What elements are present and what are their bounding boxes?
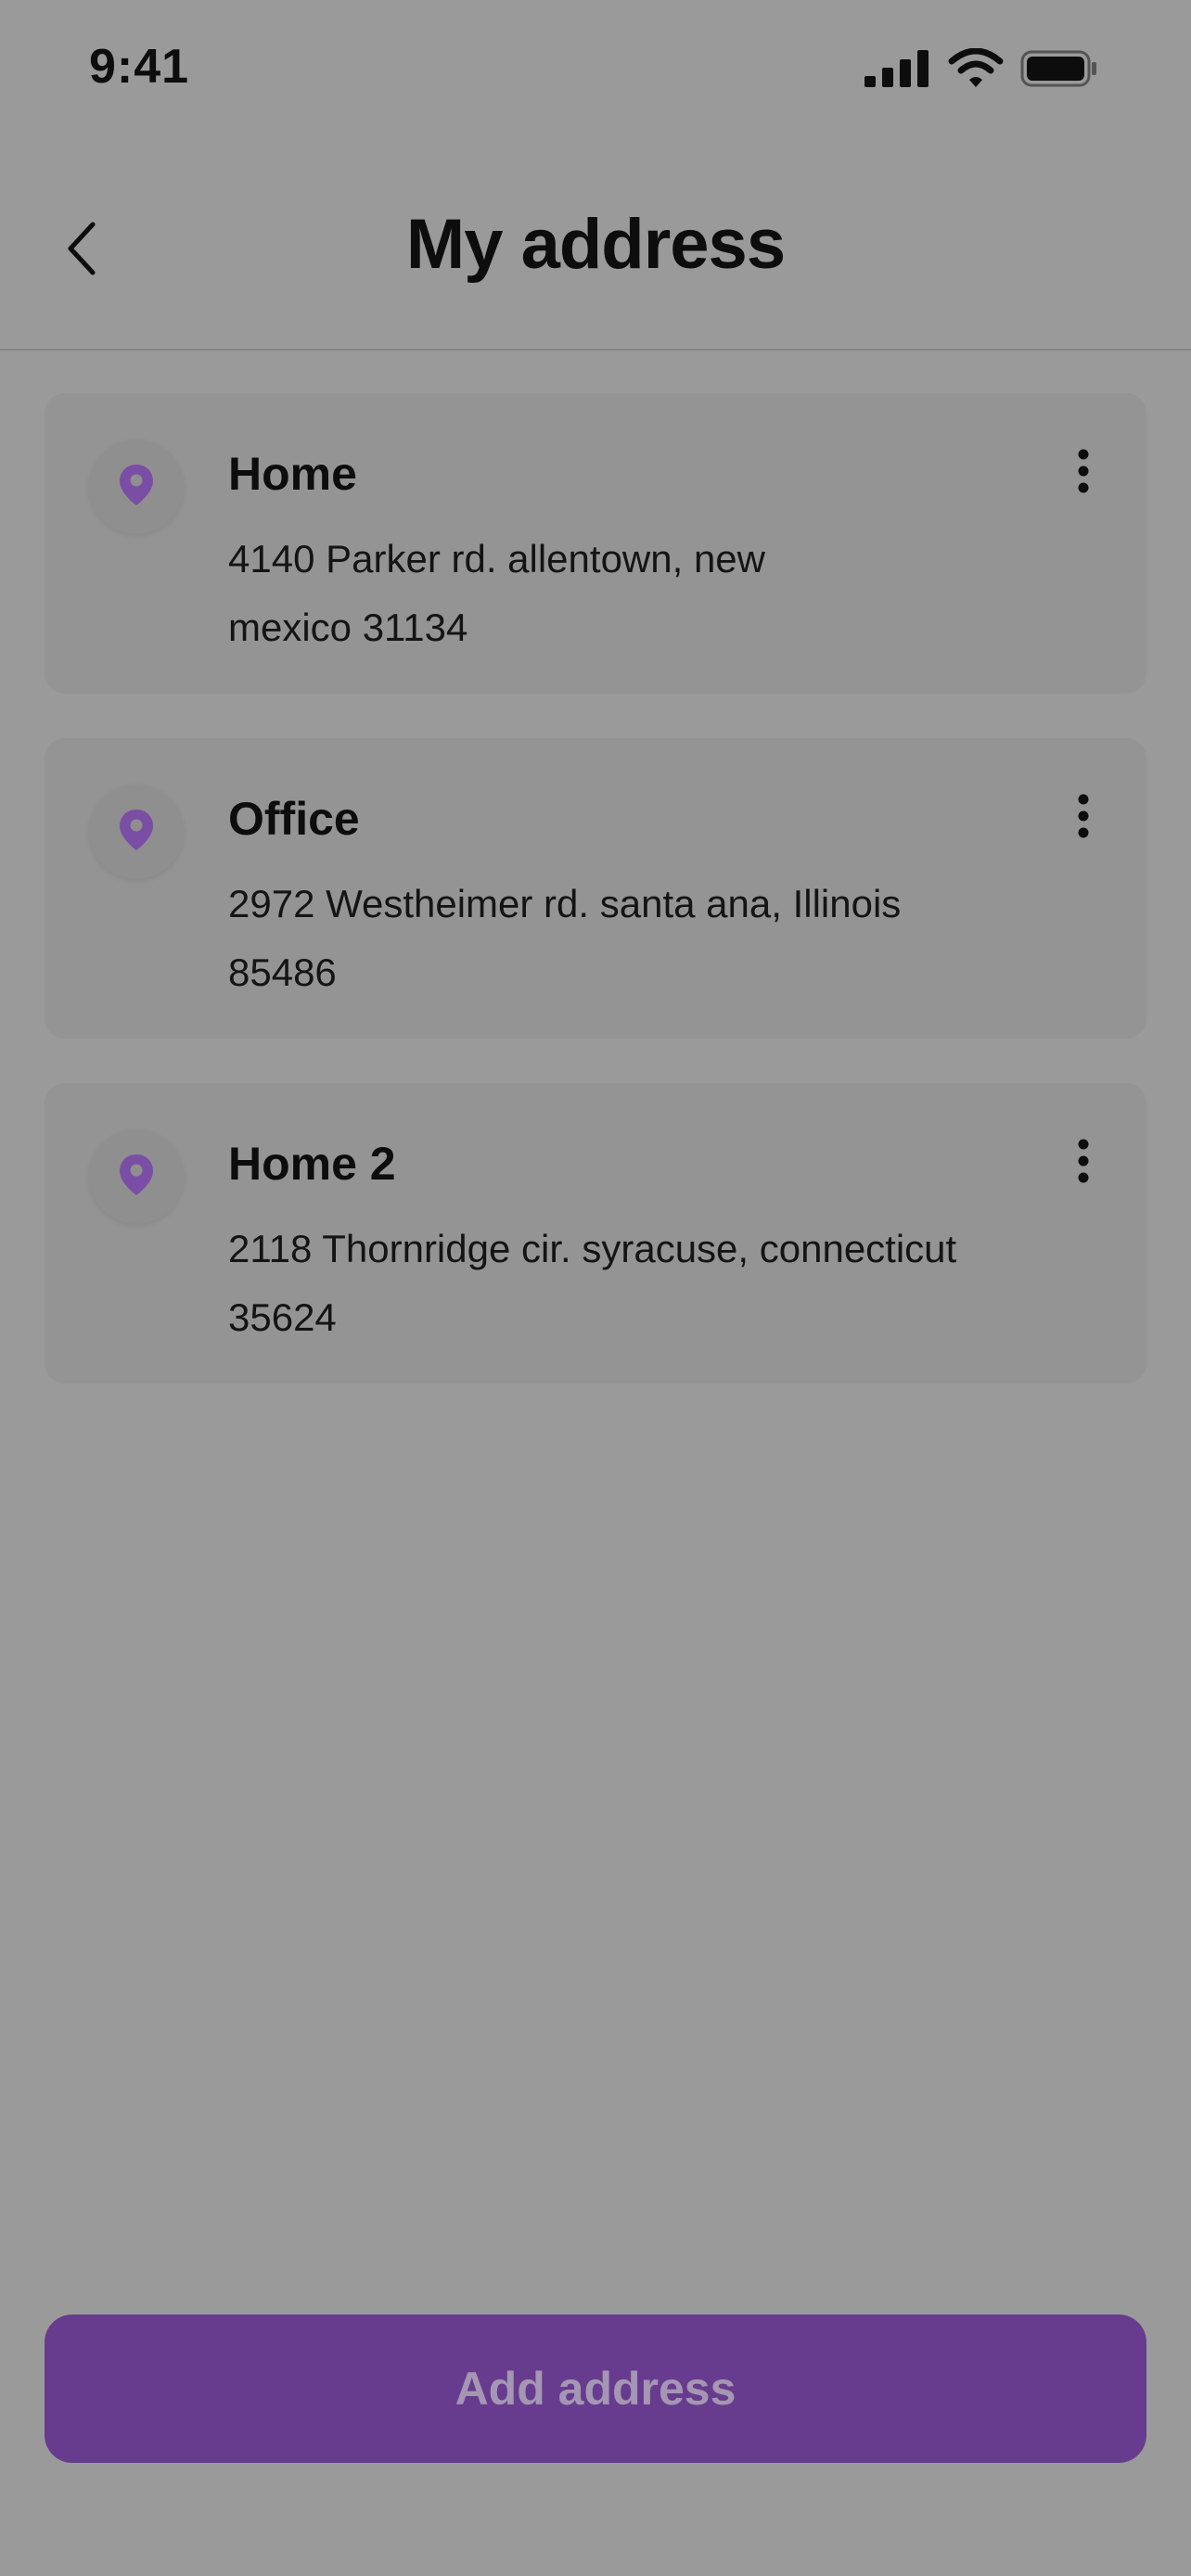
address-line-2: 85486 xyxy=(228,950,337,994)
address-label: Office xyxy=(228,793,360,845)
address-line-1: 2972 Westheimer rd. santa ana, Illinois xyxy=(228,882,902,925)
address-line-1: 2118 Thornridge cir. syracuse, connectic… xyxy=(228,1227,957,1270)
header: My address xyxy=(0,139,1191,351)
address-line-2: mexico 31134 xyxy=(228,606,468,649)
address-card-home-2[interactable]: Home 2 2118 Thornridge cir. syracuse, co… xyxy=(45,1083,1146,1384)
address-text: 4140 Parker rd. allentown, new mexico 31… xyxy=(228,525,1044,662)
location-pin-icon xyxy=(118,808,155,857)
address-line-2: 35624 xyxy=(228,1295,337,1339)
more-vertical-icon xyxy=(1077,794,1090,843)
pin-badge xyxy=(89,784,184,879)
cellular-signal-icon xyxy=(864,50,931,92)
status-time: 9:41 xyxy=(89,40,190,94)
more-vertical-icon xyxy=(1077,449,1090,498)
more-options-button[interactable] xyxy=(1065,1126,1102,1200)
more-vertical-icon xyxy=(1077,1139,1090,1188)
address-card-office[interactable]: Office 2972 Westheimer rd. santa ana, Il… xyxy=(45,738,1146,1039)
status-icons xyxy=(864,47,1098,94)
address-text: 2118 Thornridge cir. syracuse, connectic… xyxy=(228,1215,1044,1352)
address-label: Home xyxy=(228,448,357,500)
more-options-button[interactable] xyxy=(1065,436,1102,510)
add-address-button[interactable]: Add address xyxy=(45,2315,1146,2463)
address-label: Home 2 xyxy=(228,1138,396,1190)
address-line-1: 4140 Parker rd. allentown, new xyxy=(228,537,765,580)
location-pin-icon xyxy=(118,463,155,512)
more-options-button[interactable] xyxy=(1065,781,1102,855)
status-bar: 9:41 xyxy=(0,0,1191,139)
address-list: Home 4140 Parker rd. allentown, new mexi… xyxy=(45,393,1146,1428)
page-title: My address xyxy=(405,205,786,284)
location-pin-icon xyxy=(118,1153,155,1202)
wifi-icon xyxy=(948,47,1004,94)
address-text: 2972 Westheimer rd. santa ana, Illinois … xyxy=(228,870,1044,1007)
pin-badge xyxy=(89,440,184,534)
address-card-home[interactable]: Home 4140 Parker rd. allentown, new mexi… xyxy=(45,393,1146,694)
battery-icon xyxy=(1020,50,1098,92)
pin-badge xyxy=(89,1129,184,1224)
